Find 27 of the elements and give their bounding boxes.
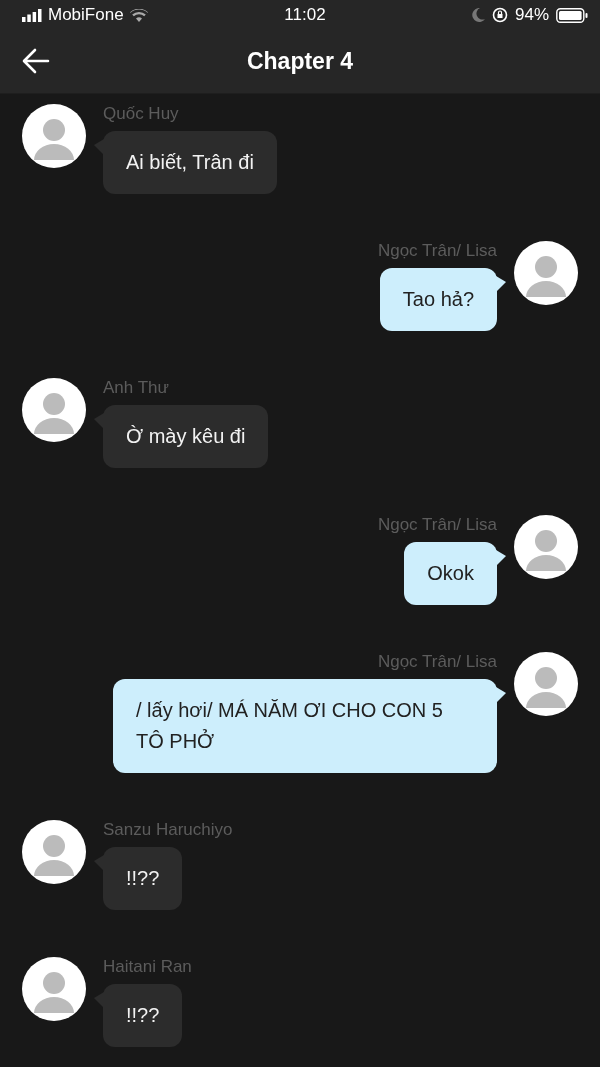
- bubble-tail: [496, 276, 506, 292]
- sender-name: Ngọc Trân/ Lisa: [377, 241, 497, 261]
- sender-name: Ngọc Trân/ Lisa: [377, 515, 497, 535]
- rotation-lock-icon: [491, 7, 508, 23]
- moon-icon: [471, 8, 485, 22]
- avatar-icon: [22, 104, 86, 168]
- avatar-icon: [22, 957, 86, 1021]
- avatar-icon: [22, 820, 86, 884]
- bubble-tail: [496, 687, 506, 703]
- sender-name: Ngọc Trân/ Lisa: [377, 652, 497, 672]
- sender-name: Haitani Ran: [103, 957, 192, 977]
- signal-icon: [22, 8, 42, 22]
- carrier-name: MobiFone: [48, 5, 124, 25]
- battery-icon: [556, 7, 588, 23]
- avatar-icon: [22, 378, 86, 442]
- sender-name: Quốc Huy: [103, 104, 179, 124]
- clock-time: 11:02: [284, 5, 326, 25]
- avatar-icon: [514, 515, 578, 579]
- wifi-icon: [129, 8, 148, 22]
- sender-name: Sanzu Haruchiyo: [103, 820, 233, 840]
- battery-percent: 94%: [514, 5, 549, 25]
- chapter-title: Chapter 4: [246, 48, 354, 75]
- back-arrow-icon: [22, 48, 50, 74]
- avatar-icon: [514, 652, 578, 716]
- avatar-icon: [514, 241, 578, 305]
- bubble-tail: [496, 550, 506, 566]
- sender-name: Anh Thư: [103, 378, 169, 398]
